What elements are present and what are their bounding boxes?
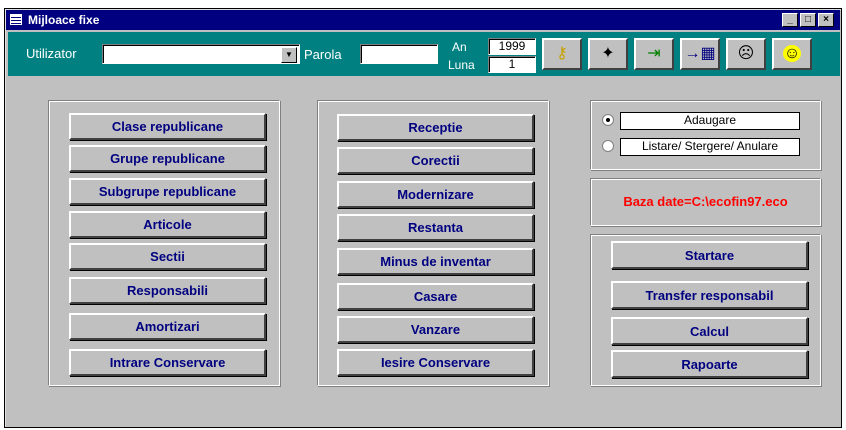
button-intrare-conservare[interactable]: Intrare Conservare: [69, 349, 266, 376]
radio-listare[interactable]: [602, 140, 614, 152]
year-field[interactable]: 1999: [488, 38, 536, 55]
button-vanzare[interactable]: Vanzare: [337, 316, 534, 343]
smiley-button[interactable]: ☺: [772, 38, 812, 70]
minimize-button[interactable]: _: [782, 13, 798, 27]
compass-button[interactable]: ✦: [588, 38, 628, 70]
maximize-button[interactable]: □: [800, 13, 816, 27]
button-responsabili[interactable]: Responsabili: [69, 277, 266, 304]
button-receptie[interactable]: Receptie: [337, 114, 534, 141]
user-label: Utilizator: [26, 46, 77, 61]
sad-face-button[interactable]: ☹: [726, 38, 766, 70]
button-corectii[interactable]: Corectii: [337, 147, 534, 174]
month-label: Luna: [448, 58, 475, 72]
calendar-arrow-icon: →▦: [684, 45, 716, 62]
smiley-icon: ☺: [782, 45, 802, 62]
button-grupe-republicane[interactable]: Grupe republicane: [69, 145, 266, 172]
button-subgrupe-republicane[interactable]: Subgrupe republicane: [69, 178, 266, 205]
button-modernizare[interactable]: Modernizare: [337, 181, 534, 208]
sad-face-icon: ☹: [737, 45, 755, 62]
form-icon: [10, 14, 22, 25]
exit-door-icon: ⇥: [647, 45, 661, 62]
exit-button[interactable]: ⇥: [634, 38, 674, 70]
radio-adaugare[interactable]: [602, 114, 614, 126]
title-bar: Mijloace fixe _ □ ×: [6, 10, 840, 30]
button-startare[interactable]: Startare: [611, 241, 808, 269]
mode-options-group: [590, 100, 821, 170]
database-path-label: Baza date=C:\ecofin97.eco: [590, 178, 821, 226]
password-label: Parola: [304, 47, 342, 62]
button-iesire-conservare[interactable]: Iesire Conservare: [337, 349, 534, 376]
button-minus-de-inventar[interactable]: Minus de inventar: [337, 248, 534, 275]
calendar-button[interactable]: →▦: [680, 38, 720, 70]
radio-selected-dot: [606, 118, 610, 122]
password-field[interactable]: [360, 44, 438, 64]
button-restanta[interactable]: Restanta: [337, 214, 534, 241]
year-label: An: [452, 40, 467, 54]
compass-icon: ✦: [601, 45, 615, 62]
close-button[interactable]: ×: [818, 13, 834, 27]
button-casare[interactable]: Casare: [337, 283, 534, 310]
button-sectii[interactable]: Sectii: [69, 243, 266, 270]
operations-group: [317, 100, 549, 386]
button-calcul[interactable]: Calcul: [611, 317, 808, 345]
button-transfer-responsabil[interactable]: Transfer responsabil: [611, 281, 808, 309]
key-icon: ⚷: [556, 45, 568, 62]
option-listare-label[interactable]: Listare/ Stergere/ Anulare: [620, 138, 800, 156]
key-button[interactable]: ⚷: [542, 38, 582, 70]
button-rapoarte[interactable]: Rapoarte: [611, 350, 808, 378]
button-amortizari[interactable]: Amortizari: [69, 313, 266, 340]
year-value: 1999: [498, 39, 526, 53]
month-value: 1: [508, 57, 516, 71]
button-clase-republicane[interactable]: Clase republicane: [69, 113, 266, 140]
window-title: Mijloace fixe: [28, 13, 100, 27]
option-adaugare-label[interactable]: Adaugare: [620, 112, 800, 130]
user-select[interactable]: ▼: [102, 44, 300, 64]
month-field[interactable]: 1: [488, 56, 536, 73]
button-articole[interactable]: Articole: [69, 211, 266, 238]
chevron-down-icon[interactable]: ▼: [281, 47, 297, 63]
